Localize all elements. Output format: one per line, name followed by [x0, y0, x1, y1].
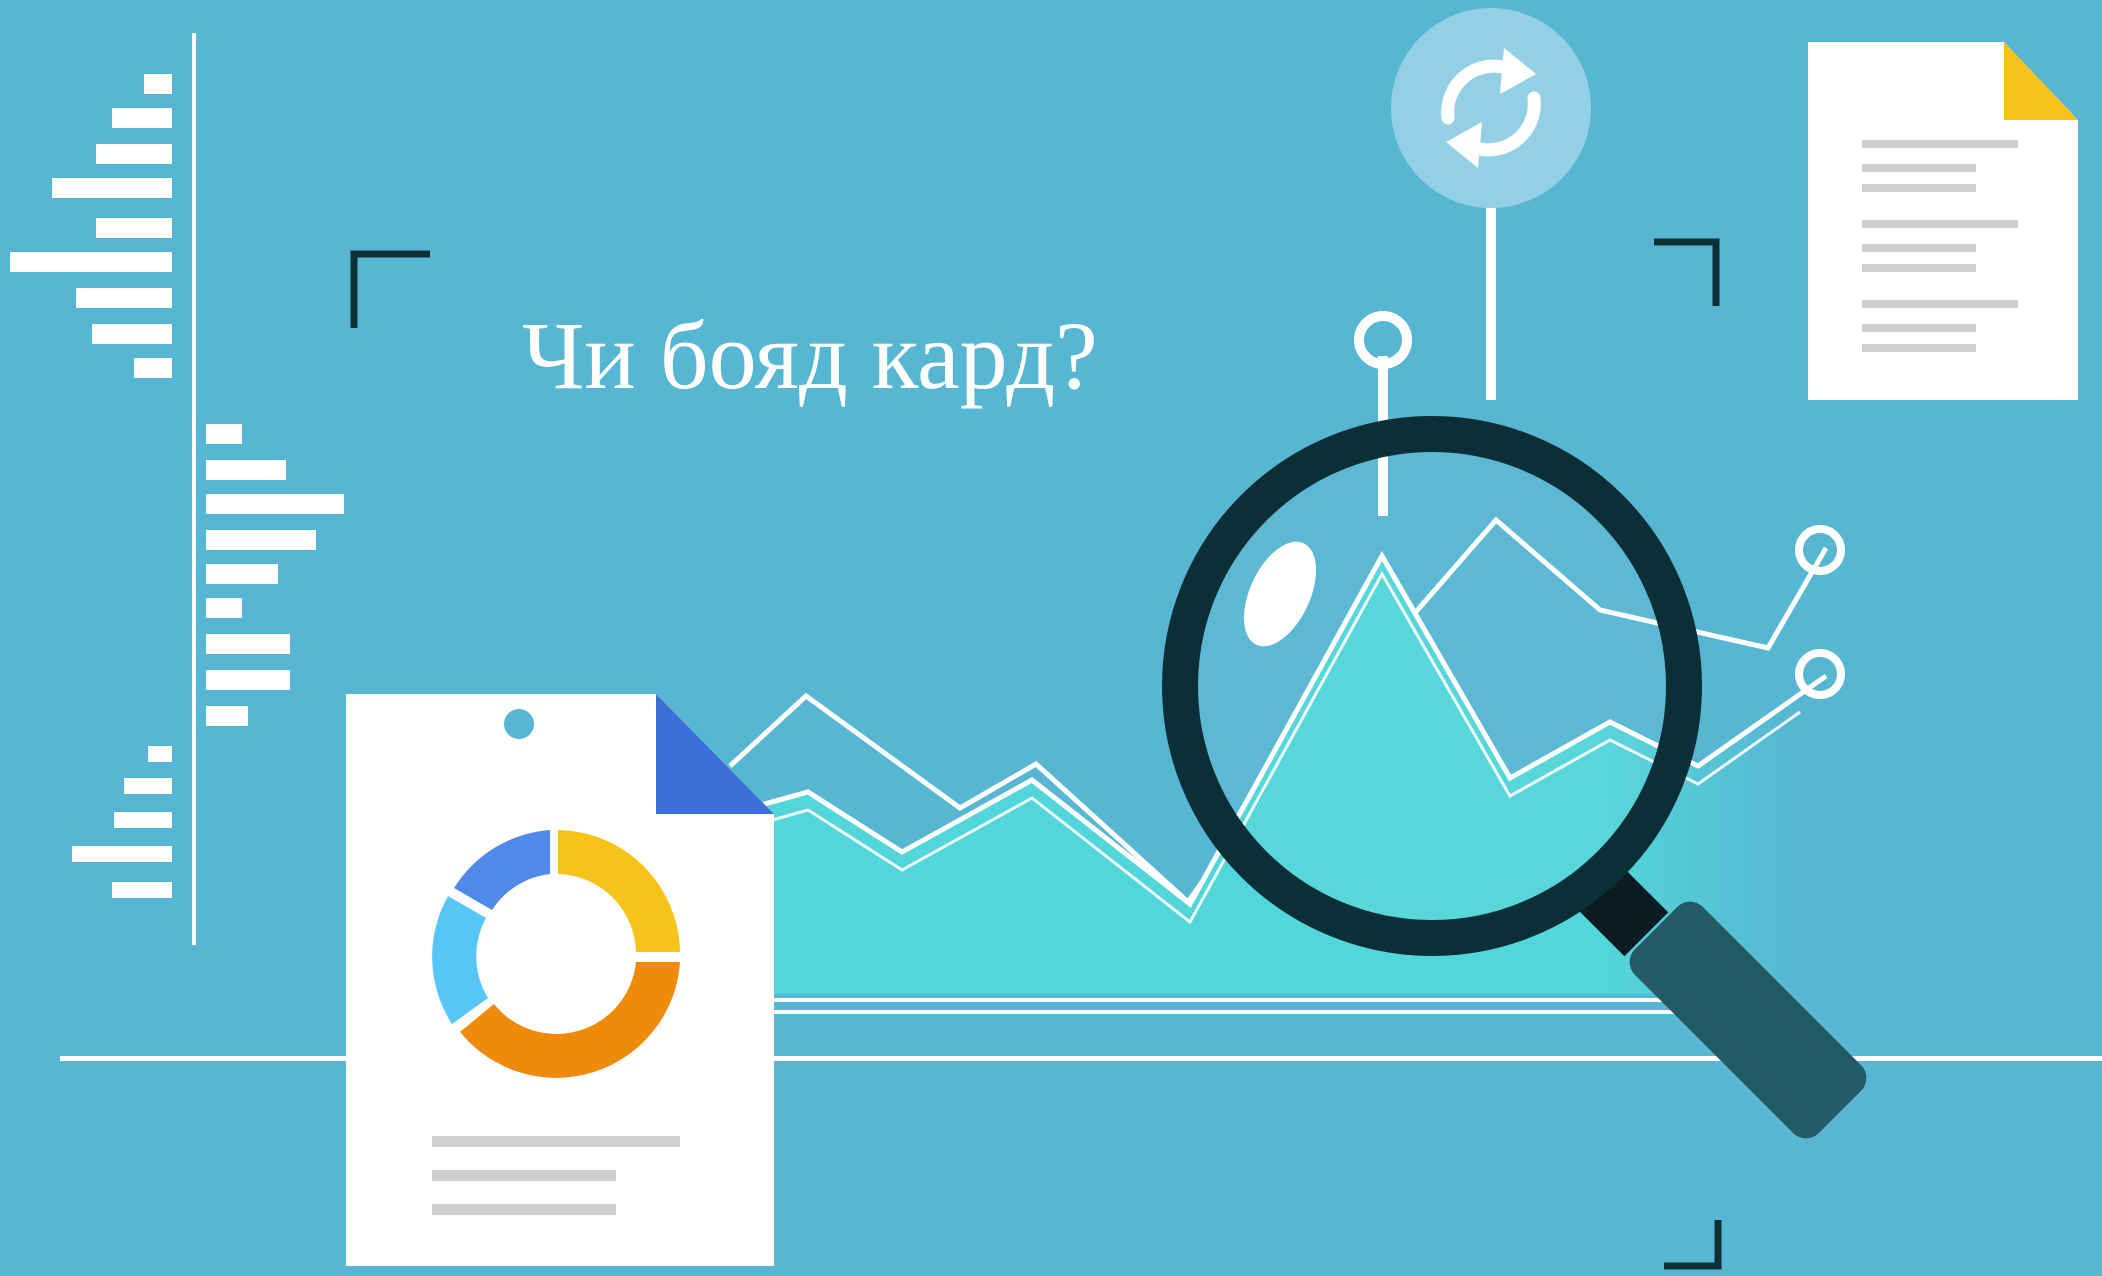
illustration-scene: Чи бояд кард? [0, 0, 2102, 1276]
document-icon-top [1808, 42, 2078, 400]
sync-icon [1391, 8, 1591, 208]
small-bar-cluster [72, 746, 172, 898]
document-icon-donut [346, 694, 774, 1266]
analytics-illustration [10, 8, 2102, 1270]
left-histogram [10, 74, 172, 378]
headline-question: Чи бояд кард? [522, 302, 1098, 409]
sync-stem [1486, 196, 1496, 400]
area-base-line-2 [700, 1010, 1680, 1014]
vertical-axis-line [192, 33, 196, 945]
right-histogram [206, 424, 344, 726]
area-base-line [700, 998, 1680, 1002]
